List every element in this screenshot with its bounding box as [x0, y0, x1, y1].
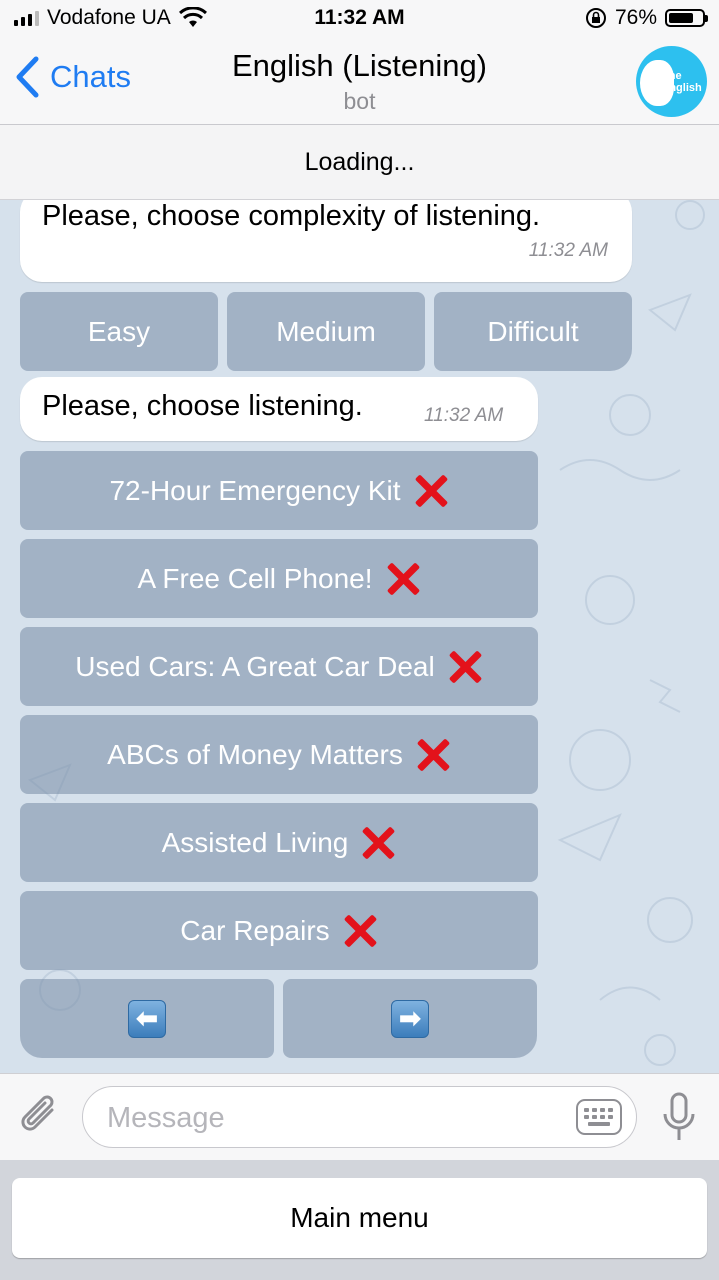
- difficult-button[interactable]: Difficult: [434, 292, 632, 371]
- main-menu-label: Main menu: [290, 1202, 429, 1233]
- listening-button[interactable]: ABCs of Money Matters: [20, 715, 538, 794]
- message-bubble: Please, choose complexity of listening. …: [20, 200, 632, 282]
- cross-mark-icon: [385, 561, 421, 597]
- reply-keyboard: Main menu: [0, 1160, 719, 1280]
- listening-button[interactable]: Car Repairs: [20, 891, 538, 970]
- message-field: [82, 1086, 637, 1148]
- listening-button[interactable]: 72-Hour Emergency Kit: [20, 451, 538, 530]
- avatar-label: The English: [662, 70, 702, 94]
- listening-button[interactable]: A Free Cell Phone!: [20, 539, 538, 618]
- listening-button-label: Used Cars: A Great Car Deal: [75, 650, 435, 682]
- previous-page-button[interactable]: ⬅: [20, 979, 274, 1058]
- bot-avatar[interactable]: The English: [636, 46, 707, 117]
- next-page-button[interactable]: ➡: [283, 979, 537, 1058]
- listening-button-label: A Free Cell Phone!: [137, 562, 373, 594]
- right-arrow-icon: ➡: [391, 999, 429, 1038]
- cross-mark-icon: [413, 473, 449, 509]
- cross-mark-icon: [415, 737, 451, 773]
- status-right: 76%: [585, 6, 708, 30]
- navigation-bar: Chats English (Listening) bot The Englis…: [0, 40, 719, 125]
- listening-button-label: ABCs of Money Matters: [107, 738, 403, 770]
- listening-button-label: Car Repairs: [180, 914, 330, 946]
- listening-button-label: 72-Hour Emergency Kit: [109, 474, 401, 506]
- left-arrow-icon: ⬅: [128, 999, 166, 1038]
- message-text: Please, choose listening.: [42, 390, 363, 422]
- cross-mark-icon: [360, 825, 396, 861]
- listening-button[interactable]: Used Cars: A Great Car Deal: [20, 627, 538, 706]
- rotation-lock-icon: [585, 8, 606, 28]
- message-time: 11:32 AM: [424, 405, 504, 426]
- difficult-button-label: Difficult: [487, 315, 579, 347]
- avatar-label-line-1: The: [662, 70, 682, 82]
- main-menu-button[interactable]: Main menu: [12, 1178, 707, 1258]
- avatar-label-line-2: English: [662, 82, 702, 94]
- message-bubble: Please, choose listening. 11:32 AM: [20, 377, 538, 441]
- message-text: Please, choose complexity of listening.: [42, 200, 541, 232]
- status-bar: Vodafone UA 11:32 AM 76%: [0, 0, 719, 40]
- cross-mark-icon: [342, 913, 378, 949]
- easy-button-label: Easy: [87, 315, 151, 347]
- attachment-icon[interactable]: [18, 1092, 64, 1142]
- easy-button[interactable]: Easy: [20, 292, 218, 371]
- loading-banner: Loading...: [0, 125, 719, 200]
- listening-button-label: Assisted Living: [161, 826, 349, 858]
- microphone-icon[interactable]: [661, 1092, 697, 1144]
- chat-subtitle: bot: [343, 88, 376, 114]
- battery-percent: 76%: [614, 6, 657, 29]
- medium-button[interactable]: Medium: [227, 292, 425, 371]
- bot-keyboard-icon[interactable]: [576, 1099, 622, 1135]
- message-input[interactable]: [105, 1097, 549, 1139]
- listening-button[interactable]: Assisted Living: [20, 803, 538, 882]
- chat-area[interactable]: Please, choose complexity of listening. …: [0, 200, 719, 1073]
- message-time: 11:32 AM: [528, 240, 608, 261]
- message-input-bar: [0, 1073, 719, 1160]
- chat-title: English (Listening): [231, 48, 488, 83]
- medium-button-label: Medium: [276, 315, 376, 347]
- battery-icon: [665, 9, 708, 27]
- cross-mark-icon: [447, 649, 483, 685]
